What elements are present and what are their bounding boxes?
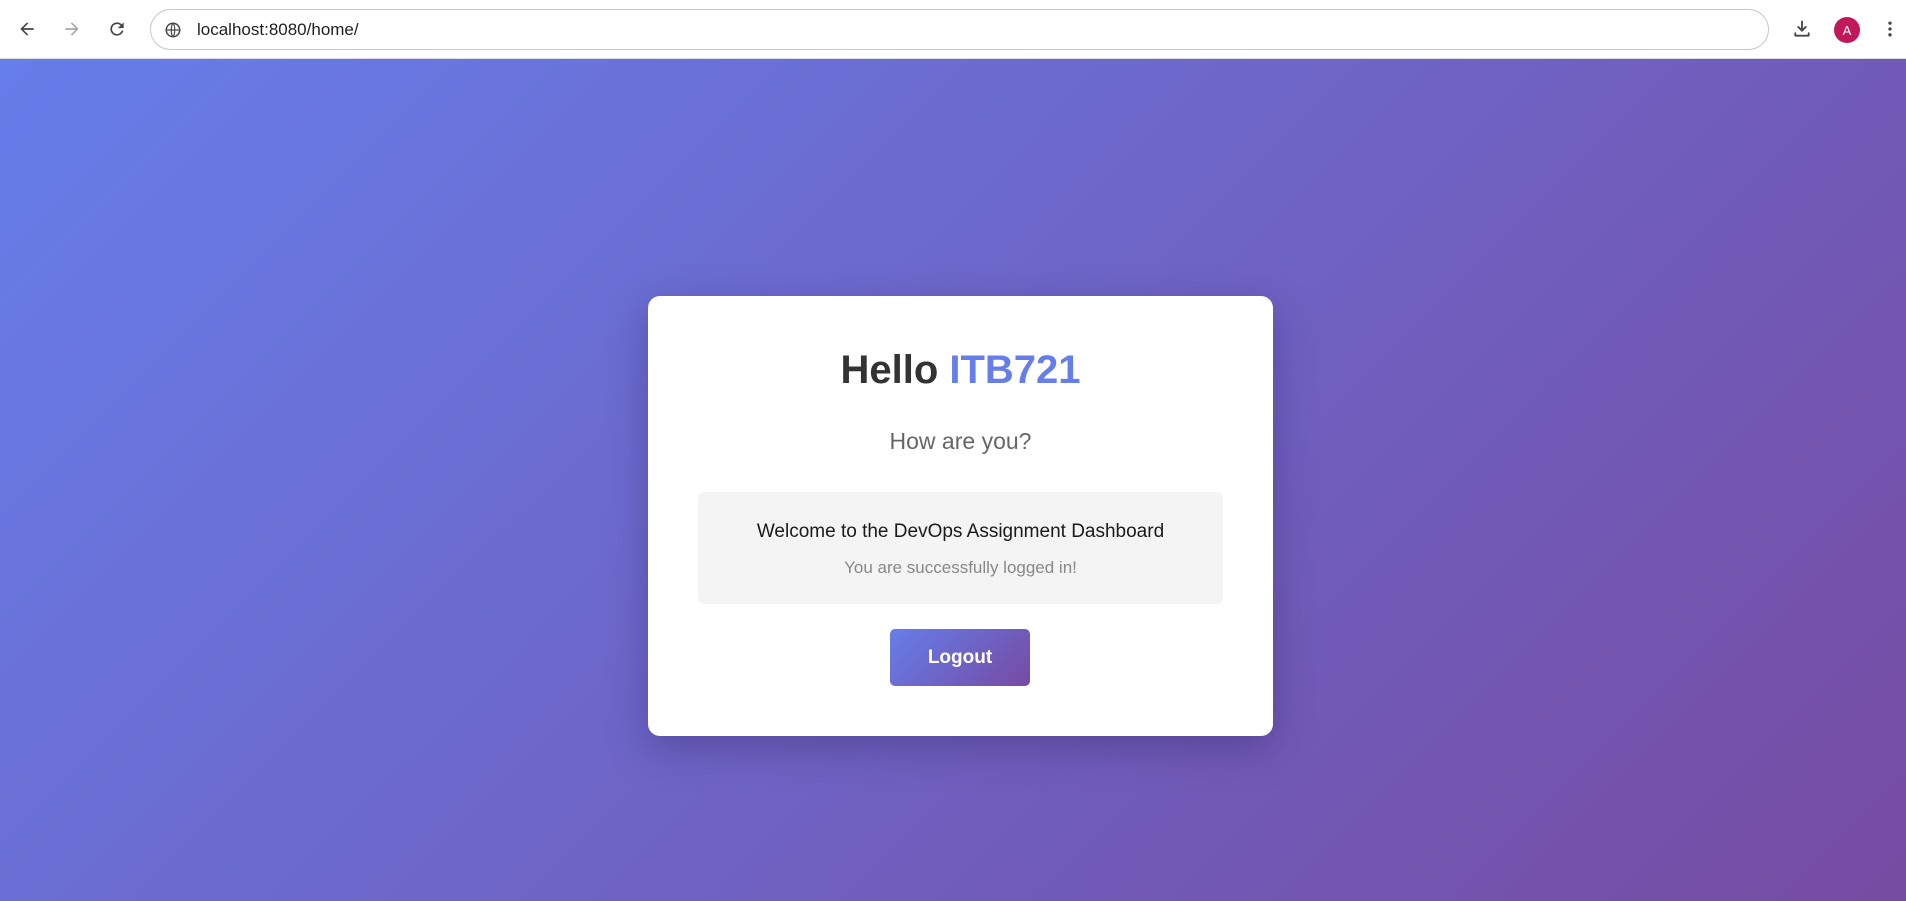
arrow-left-icon	[20, 22, 34, 36]
download-button[interactable]	[1785, 12, 1819, 46]
address-bar[interactable]: localhost:8080/home/	[150, 9, 1769, 50]
browser-menu-button[interactable]	[1875, 12, 1905, 46]
globe-icon[interactable]	[163, 20, 183, 40]
arrow-right-icon	[65, 22, 79, 36]
greeting-heading: Hello ITB721	[648, 348, 1273, 393]
reload-icon	[110, 22, 124, 36]
reload-button[interactable]	[100, 12, 134, 46]
page-background: Hello ITB721 How are you? Welcome to the…	[0, 59, 1906, 901]
welcome-box: Welcome to the DevOps Assignment Dashboa…	[698, 492, 1223, 604]
forward-button[interactable]	[55, 12, 89, 46]
download-icon	[1794, 20, 1810, 37]
welcome-title: Welcome to the DevOps Assignment Dashboa…	[756, 521, 1165, 542]
kebab-menu-icon	[1888, 21, 1892, 37]
profile-avatar[interactable]: A	[1834, 17, 1860, 43]
username: ITB721	[949, 348, 1081, 392]
greeting-prefix: Hello	[840, 348, 939, 392]
dashboard-card: Hello ITB721 How are you? Welcome to the…	[648, 296, 1273, 736]
url-text[interactable]: localhost:8080/home/	[197, 20, 359, 40]
logout-button[interactable]: Logout	[890, 629, 1030, 686]
subtitle: How are you?	[889, 428, 1032, 454]
welcome-message: You are successfully logged in!	[844, 558, 1077, 577]
back-button[interactable]	[10, 12, 44, 46]
browser-toolbar: localhost:8080/home/ A	[0, 0, 1906, 59]
